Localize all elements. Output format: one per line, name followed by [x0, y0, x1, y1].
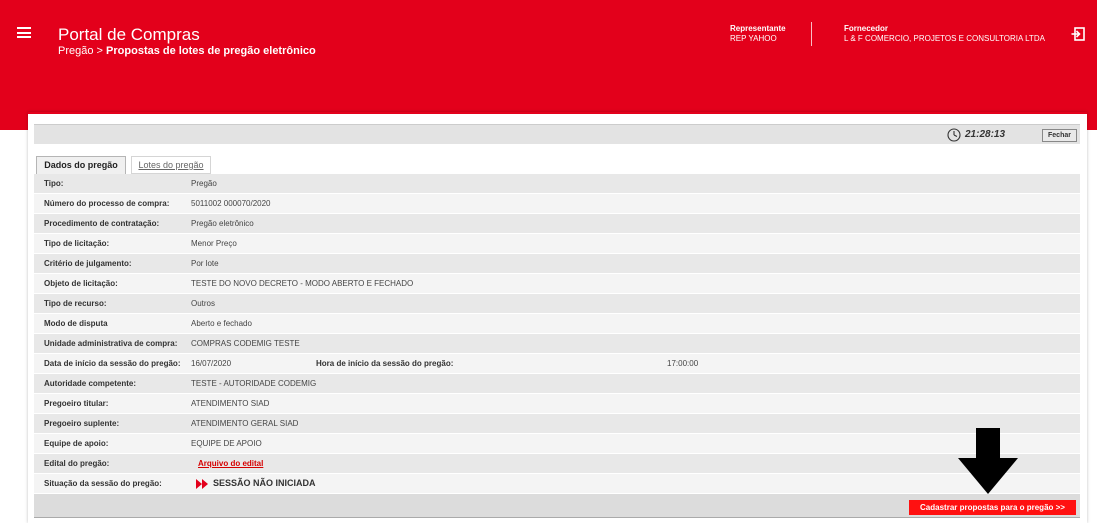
row-tipo: Tipo: Pregão [34, 174, 1080, 194]
details-table: Tipo: Pregão Número do processo de compr… [34, 174, 1080, 494]
double-chevron-right-icon [196, 478, 208, 489]
supplier-label: Fornecedor [844, 24, 889, 33]
clock-icon [947, 128, 961, 142]
autoridade-value: TESTE - AUTORIDADE CODEMIG [191, 379, 317, 388]
edital-value-wrap: Arquivo do edital [198, 454, 263, 473]
pregoeiro-titular-value: ATENDIMENTO SIAD [191, 399, 270, 408]
row-data-hora-inicio: Data de início da sessão do pregão: 16/0… [34, 354, 1080, 374]
content-panel: 21:28:13 Fechar Dados do pregão Lotes do… [28, 112, 1087, 523]
row-objeto: Objeto de licitação: TESTE DO NOVO DECRE… [34, 274, 1080, 294]
tipo-licitacao-value: Menor Preço [191, 239, 237, 248]
row-autoridade: Autoridade competente: TESTE - AUTORIDAD… [34, 374, 1080, 394]
row-processo: Número do processo de compra: 5011002 00… [34, 194, 1080, 214]
tipo-value: Pregão [191, 179, 217, 188]
autoridade-label: Autoridade competente: [44, 379, 137, 388]
row-modo-disputa: Modo de disputa Aberto e fechado [34, 314, 1080, 334]
situacao-label: Situação da sessão do pregão: [44, 479, 162, 488]
unidade-value: COMPRAS CODEMIG TESTE [191, 339, 300, 348]
row-unidade: Unidade administrativa de compra: COMPRA… [34, 334, 1080, 354]
tipo-label: Tipo: [44, 179, 64, 188]
pregoeiro-titular-label: Pregoeiro titular: [44, 399, 109, 408]
breadcrumb-current: Propostas de lotes de pregão eletrônico [106, 45, 316, 57]
row-equipe: Equipe de apoio: EQUIPE DE APOIO [34, 434, 1080, 454]
tab-lotes-do-pregao[interactable]: Lotes do pregão [131, 156, 211, 174]
criterio-value: Por lote [191, 259, 219, 268]
representative-value: REP YAHOO [730, 34, 777, 43]
procedimento-label: Procedimento de contratação: [44, 219, 160, 228]
tipo-recurso-value: Outros [191, 299, 216, 308]
row-tipo-recurso: Tipo de recurso: Outros [34, 294, 1080, 314]
data-inicio-value: 16/07/2020 [191, 359, 232, 368]
situacao-value: SESSÃO NÃO INICIADA [213, 478, 316, 488]
breadcrumb: Pregão > Propostas de lotes de pregão el… [58, 45, 316, 57]
row-tipo-licitacao: Tipo de licitação: Menor Preço [34, 234, 1080, 254]
app-header: Portal de Compras Pregão > Propostas de … [0, 0, 1097, 130]
supplier-info: Fornecedor L & F COMERCIO, PROJETOS E CO… [844, 24, 1045, 44]
objeto-label: Objeto de licitação: [44, 279, 118, 288]
hora-inicio-value: 17:00:00 [667, 359, 699, 368]
clock-time: 21:28:13 [965, 129, 1006, 140]
modo-disputa-label: Modo de disputa [44, 319, 108, 328]
data-inicio-label: Data de início da sessão do pregão: [44, 359, 181, 368]
representative-info: Representante REP YAHOO [730, 24, 786, 44]
row-situacao: Situação da sessão do pregão: SESSÃO NÃO… [34, 474, 1080, 494]
supplier-value: L & F COMERCIO, PROJETOS E CONSULTORIA L… [844, 34, 1045, 43]
row-pregoeiro-titular: Pregoeiro titular: ATENDIMENTO SIAD [34, 394, 1080, 414]
action-bar: Cadastrar propostas para o pregão >> [34, 494, 1080, 518]
processo-label: Número do processo de compra: [44, 199, 170, 208]
pregoeiro-suplente-value: ATENDIMENTO GERAL SIAD [191, 419, 299, 428]
equipe-value: EQUIPE DE APOIO [191, 439, 262, 448]
tipo-recurso-label: Tipo de recurso: [44, 299, 107, 308]
tipo-licitacao-label: Tipo de licitação: [44, 239, 110, 248]
row-procedimento: Procedimento de contratação: Pregão elet… [34, 214, 1080, 234]
criterio-label: Critério de julgamento: [44, 259, 132, 268]
row-pregoeiro-suplente: Pregoeiro suplente: ATENDIMENTO GERAL SI… [34, 414, 1080, 434]
register-proposals-button[interactable]: Cadastrar propostas para o pregão >> [909, 500, 1076, 515]
procedimento-value: Pregão eletrônico [191, 219, 254, 228]
breadcrumb-root[interactable]: Pregão [58, 45, 93, 57]
down-arrow-icon [958, 428, 1018, 494]
app-title: Portal de Compras [58, 25, 200, 44]
header-divider [811, 22, 812, 46]
panel-toolbar: 21:28:13 Fechar [34, 124, 1080, 144]
hamburger-menu-icon[interactable] [17, 27, 31, 38]
edital-link[interactable]: Arquivo do edital [198, 459, 263, 468]
tab-dados-do-pregao[interactable]: Dados do pregão [36, 156, 126, 174]
representative-label: Representante [730, 24, 786, 33]
exit-icon[interactable] [1071, 27, 1085, 41]
unidade-label: Unidade administrativa de compra: [44, 339, 178, 348]
processo-value: 5011002 000070/2020 [191, 199, 271, 208]
row-edital: Edital do pregão: Arquivo do edital [34, 454, 1080, 474]
breadcrumb-separator: > [96, 45, 103, 57]
pregoeiro-suplente-label: Pregoeiro suplente: [44, 419, 120, 428]
modo-disputa-value: Aberto e fechado [191, 319, 252, 328]
close-button[interactable]: Fechar [1042, 129, 1077, 142]
row-criterio: Critério de julgamento: Por lote [34, 254, 1080, 274]
equipe-label: Equipe de apoio: [44, 439, 109, 448]
hora-inicio-label: Hora de início da sessão do pregão: [316, 359, 454, 368]
status-badge: SESSÃO NÃO INICIADA [196, 474, 316, 493]
edital-label: Edital do pregão: [44, 459, 110, 468]
objeto-value: TESTE DO NOVO DECRETO - MODO ABERTO E FE… [191, 279, 414, 288]
